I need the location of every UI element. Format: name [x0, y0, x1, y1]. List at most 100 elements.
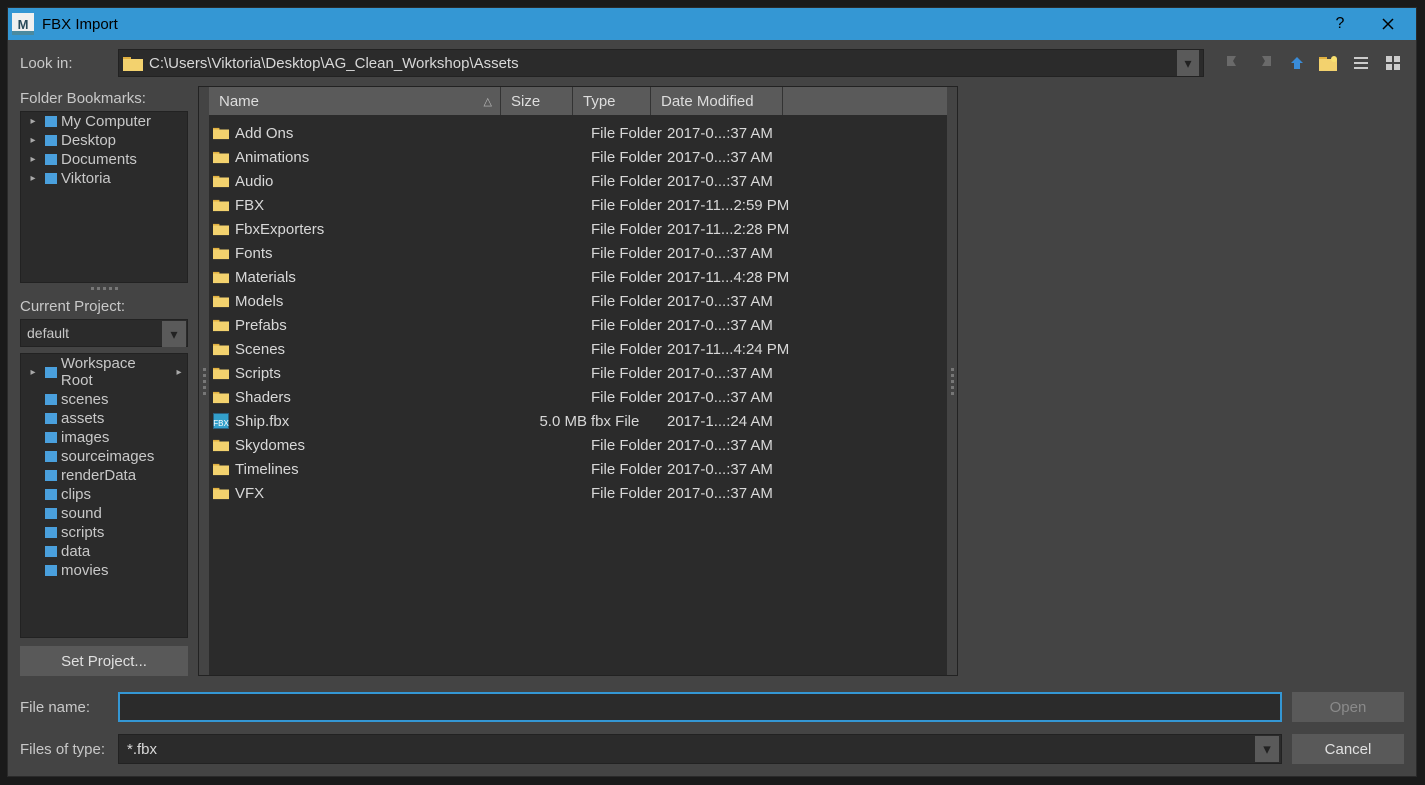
grip-icon[interactable] — [20, 287, 188, 290]
bookmark-item[interactable]: ▸Viktoria — [21, 169, 187, 188]
file-row[interactable]: MaterialsFile Folder2017-11...4:28 PM — [209, 265, 947, 289]
file-row[interactable]: AnimationsFile Folder2017-0...:37 AM — [209, 145, 947, 169]
titlebar[interactable]: M FBX Import ? — [8, 8, 1416, 40]
file-row[interactable]: Add OnsFile Folder2017-0...:37 AM — [209, 121, 947, 145]
file-row[interactable]: ShadersFile Folder2017-0...:37 AM — [209, 385, 947, 409]
filetype-combo[interactable]: *.fbx ▾ — [118, 734, 1282, 764]
file-row[interactable]: SkydomesFile Folder2017-0...:37 AM — [209, 433, 947, 457]
chevron-right-icon: ▸ — [175, 367, 183, 378]
list-header: Name△ Size Type Date Modified — [209, 87, 947, 115]
folder-small-icon — [45, 394, 57, 405]
file-row[interactable]: FbxExportersFile Folder2017-11...2:28 PM — [209, 217, 947, 241]
folder-icon — [213, 295, 229, 308]
folder-icon — [213, 439, 229, 452]
drive-icon — [45, 154, 57, 165]
project-value: default — [27, 325, 69, 341]
sort-indicator-icon: △ — [484, 95, 492, 108]
folder-small-icon — [45, 451, 57, 462]
open-button[interactable]: Open — [1292, 692, 1404, 722]
project-tree-panel[interactable]: ▸Workspace Root▸scenesassetsimagessource… — [20, 353, 188, 638]
side-grip-right-icon[interactable] — [947, 87, 957, 675]
bottom-area: File name: Open Files of type: *.fbx ▾ C… — [8, 684, 1416, 776]
details-view-icon[interactable] — [1382, 52, 1404, 74]
list-view-icon[interactable] — [1350, 52, 1372, 74]
folder-icon — [213, 343, 229, 356]
maya-app-icon: M — [12, 13, 34, 35]
project-tree-item[interactable]: renderData — [21, 466, 187, 485]
file-row[interactable]: VFXFile Folder2017-0...:37 AM — [209, 481, 947, 505]
project-tree-item[interactable]: ▸Workspace Root▸ — [21, 354, 187, 390]
folder-small-icon — [45, 470, 57, 481]
column-date[interactable]: Date Modified — [651, 87, 783, 115]
project-tree-item[interactable]: images — [21, 428, 187, 447]
folder-small-icon — [45, 489, 57, 500]
help-button[interactable]: ? — [1316, 8, 1364, 40]
column-type[interactable]: Type — [573, 87, 651, 115]
folder-icon — [213, 463, 229, 476]
up-folder-icon[interactable] — [1286, 52, 1308, 74]
folder-small-icon — [45, 367, 57, 378]
lookin-label: Look in: — [20, 55, 110, 72]
filename-input[interactable] — [118, 692, 1282, 722]
column-size[interactable]: Size — [501, 87, 573, 115]
bookmark-item[interactable]: ▸Desktop — [21, 131, 187, 150]
folder-icon — [213, 175, 229, 188]
column-name[interactable]: Name△ — [209, 87, 501, 115]
bookmark-item[interactable]: ▸Documents — [21, 150, 187, 169]
lookin-row: Look in: C:\Users\Viktoria\Desktop\AG_Cl… — [8, 40, 1416, 86]
filetype-dropdown-icon[interactable]: ▾ — [1255, 736, 1279, 762]
file-row[interactable]: ScenesFile Folder2017-11...4:24 PM — [209, 337, 947, 361]
bookmarks-panel[interactable]: ▸My Computer▸Desktop▸Documents▸Viktoria — [20, 111, 188, 283]
bookmark-flag-icon[interactable] — [1222, 52, 1244, 74]
expand-caret-icon: ▸ — [25, 154, 41, 165]
set-project-button[interactable]: Set Project... — [20, 646, 188, 676]
expand-caret-icon: ▸ — [25, 367, 41, 378]
new-folder-icon[interactable] — [1318, 52, 1340, 74]
project-tree-item[interactable]: clips — [21, 485, 187, 504]
filetype-label: Files of type: — [20, 741, 108, 758]
folder-icon — [123, 55, 143, 71]
file-row[interactable]: AudioFile Folder2017-0...:37 AM — [209, 169, 947, 193]
project-tree-item[interactable]: sourceimages — [21, 447, 187, 466]
file-row[interactable]: TimelinesFile Folder2017-0...:37 AM — [209, 457, 947, 481]
file-row[interactable]: ModelsFile Folder2017-0...:37 AM — [209, 289, 947, 313]
file-row[interactable]: PrefabsFile Folder2017-0...:37 AM — [209, 313, 947, 337]
project-tree-item[interactable]: data — [21, 542, 187, 561]
folder-small-icon — [45, 527, 57, 538]
folder-icon — [213, 247, 229, 260]
drive-icon — [45, 116, 57, 127]
path-combo[interactable]: C:\Users\Viktoria\Desktop\AG_Clean_Works… — [118, 49, 1204, 77]
folder-small-icon — [45, 565, 57, 576]
project-combo[interactable]: default ▾ — [20, 319, 188, 347]
project-tree-item[interactable]: scenes — [21, 390, 187, 409]
cancel-button[interactable]: Cancel — [1292, 734, 1404, 764]
drive-icon — [45, 173, 57, 184]
project-tree-item[interactable]: scripts — [21, 523, 187, 542]
folder-icon — [213, 223, 229, 236]
bookmark-flag-back-icon[interactable] — [1254, 52, 1276, 74]
file-row[interactable]: ScriptsFile Folder2017-0...:37 AM — [209, 361, 947, 385]
bookmark-item[interactable]: ▸My Computer — [21, 112, 187, 131]
close-button[interactable] — [1364, 8, 1412, 40]
file-row[interactable]: FBXShip.fbx5.0 MBfbx File2017-1...:24 AM — [209, 409, 947, 433]
drive-icon — [45, 135, 57, 146]
file-area: Name△ Size Type Date Modified Add OnsFil… — [198, 86, 1404, 676]
path-dropdown-icon[interactable]: ▾ — [1177, 50, 1199, 76]
bookmarks-label: Folder Bookmarks: — [20, 90, 188, 107]
folder-icon — [213, 367, 229, 380]
project-tree-item[interactable]: movies — [21, 561, 187, 580]
toolbar-icons — [1222, 52, 1404, 74]
file-row[interactable]: FontsFile Folder2017-0...:37 AM — [209, 241, 947, 265]
project-dropdown-icon[interactable]: ▾ — [162, 321, 186, 347]
project-tree-item[interactable]: sound — [21, 504, 187, 523]
folder-small-icon — [45, 508, 57, 519]
fbx-file-icon: FBX — [213, 413, 229, 429]
list-body[interactable]: Add OnsFile Folder2017-0...:37 AMAnimati… — [209, 115, 947, 675]
file-list: Name△ Size Type Date Modified Add OnsFil… — [198, 86, 958, 676]
file-row[interactable]: FBXFile Folder2017-11...2:59 PM — [209, 193, 947, 217]
project-tree-item[interactable]: assets — [21, 409, 187, 428]
folder-small-icon — [45, 546, 57, 557]
side-grip-left-icon[interactable] — [199, 87, 209, 675]
folder-icon — [213, 151, 229, 164]
window-title: FBX Import — [42, 16, 118, 33]
